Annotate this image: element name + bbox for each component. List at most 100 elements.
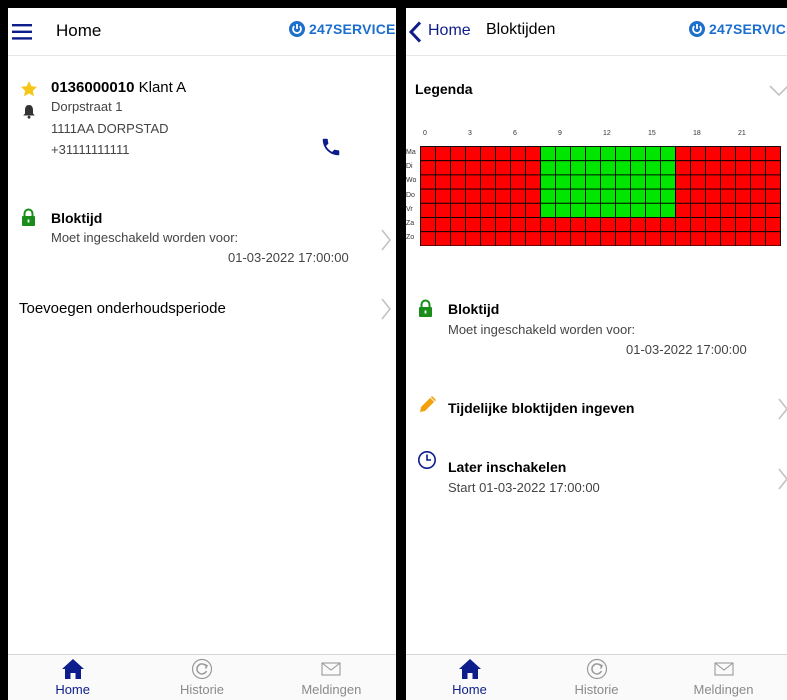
grid-cell-di-7[interactable] bbox=[525, 160, 541, 176]
grid-cell-ma-3[interactable] bbox=[465, 146, 481, 162]
grid-cell-ma-5[interactable] bbox=[495, 146, 511, 162]
grid-cell-vr-4[interactable] bbox=[480, 202, 496, 218]
bloktijd-row[interactable]: Bloktijd Moet ingeschakeld worden voor: … bbox=[406, 290, 787, 360]
grid-cell-di-18[interactable] bbox=[690, 160, 706, 176]
grid-cell-wo-2[interactable] bbox=[450, 174, 466, 190]
grid-cell-wo-15[interactable] bbox=[645, 174, 661, 190]
grid-cell-zo-2[interactable] bbox=[450, 231, 466, 247]
grid-cell-zo-8[interactable] bbox=[540, 231, 556, 247]
grid-cell-zo-18[interactable] bbox=[690, 231, 706, 247]
grid-cell-wo-4[interactable] bbox=[480, 174, 496, 190]
grid-cell-ma-22[interactable] bbox=[750, 146, 766, 162]
grid-cell-zo-23[interactable] bbox=[765, 231, 781, 247]
grid-cell-do-4[interactable] bbox=[480, 188, 496, 204]
grid-cell-vr-19[interactable] bbox=[705, 202, 721, 218]
grid-cell-wo-22[interactable] bbox=[750, 174, 766, 190]
grid-cell-vr-14[interactable] bbox=[630, 202, 646, 218]
grid-cell-wo-12[interactable] bbox=[600, 174, 616, 190]
tab-historie[interactable]: Historie bbox=[533, 655, 660, 700]
grid-cell-za-10[interactable] bbox=[570, 217, 586, 233]
grid-cell-wo-9[interactable] bbox=[555, 174, 571, 190]
grid-cell-do-22[interactable] bbox=[750, 188, 766, 204]
grid-cell-zo-22[interactable] bbox=[750, 231, 766, 247]
grid-cell-di-23[interactable] bbox=[765, 160, 781, 176]
grid-cell-za-8[interactable] bbox=[540, 217, 556, 233]
grid-cell-vr-21[interactable] bbox=[735, 202, 751, 218]
grid-cell-zo-0[interactable] bbox=[420, 231, 436, 247]
grid-cell-di-1[interactable] bbox=[435, 160, 451, 176]
grid-cell-wo-17[interactable] bbox=[675, 174, 691, 190]
grid-cell-di-16[interactable] bbox=[660, 160, 676, 176]
grid-cell-za-3[interactable] bbox=[465, 217, 481, 233]
grid-cell-za-19[interactable] bbox=[705, 217, 721, 233]
grid-cell-wo-3[interactable] bbox=[465, 174, 481, 190]
grid-cell-di-14[interactable] bbox=[630, 160, 646, 176]
grid-cell-za-6[interactable] bbox=[510, 217, 526, 233]
grid-cell-vr-7[interactable] bbox=[525, 202, 541, 218]
grid-cell-di-6[interactable] bbox=[510, 160, 526, 176]
grid-cell-di-19[interactable] bbox=[705, 160, 721, 176]
grid-cell-ma-4[interactable] bbox=[480, 146, 496, 162]
grid-cell-do-17[interactable] bbox=[675, 188, 691, 204]
grid-cell-wo-16[interactable] bbox=[660, 174, 676, 190]
grid-cell-vr-2[interactable] bbox=[450, 202, 466, 218]
grid-cell-wo-8[interactable] bbox=[540, 174, 556, 190]
later-enable-row[interactable]: Later inschakelen Start 01-03-2022 17:00… bbox=[406, 448, 787, 496]
grid-cell-vr-10[interactable] bbox=[570, 202, 586, 218]
grid-cell-zo-15[interactable] bbox=[645, 231, 661, 247]
tab-meldingen[interactable]: Meldingen bbox=[267, 655, 396, 700]
grid-cell-vr-23[interactable] bbox=[765, 202, 781, 218]
grid-cell-za-17[interactable] bbox=[675, 217, 691, 233]
grid-cell-vr-12[interactable] bbox=[600, 202, 616, 218]
grid-cell-do-19[interactable] bbox=[705, 188, 721, 204]
grid-cell-di-3[interactable] bbox=[465, 160, 481, 176]
customer-phone[interactable]: +31111111111 bbox=[51, 142, 129, 158]
grid-cell-do-10[interactable] bbox=[570, 188, 586, 204]
add-maintenance-row[interactable]: Toevoegen onderhoudsperiode bbox=[8, 296, 396, 336]
grid-cell-do-1[interactable] bbox=[435, 188, 451, 204]
grid-cell-do-18[interactable] bbox=[690, 188, 706, 204]
grid-cell-di-0[interactable] bbox=[420, 160, 436, 176]
bloktijd-row[interactable]: Bloktijd Moet ingeschakeld worden voor: … bbox=[8, 198, 396, 268]
tab-home[interactable]: Home bbox=[406, 655, 533, 700]
grid-cell-vr-16[interactable] bbox=[660, 202, 676, 218]
grid-cell-za-2[interactable] bbox=[450, 217, 466, 233]
grid-cell-zo-16[interactable] bbox=[660, 231, 676, 247]
grid-cell-ma-8[interactable] bbox=[540, 146, 556, 162]
grid-cell-di-13[interactable] bbox=[615, 160, 631, 176]
grid-cell-ma-0[interactable] bbox=[420, 146, 436, 162]
grid-cell-do-3[interactable] bbox=[465, 188, 481, 204]
grid-cell-di-22[interactable] bbox=[750, 160, 766, 176]
grid-cell-do-11[interactable] bbox=[585, 188, 601, 204]
grid-cell-ma-23[interactable] bbox=[765, 146, 781, 162]
grid-cell-di-9[interactable] bbox=[555, 160, 571, 176]
grid-cell-di-8[interactable] bbox=[540, 160, 556, 176]
grid-cell-vr-15[interactable] bbox=[645, 202, 661, 218]
grid-cell-do-9[interactable] bbox=[555, 188, 571, 204]
grid-cell-vr-22[interactable] bbox=[750, 202, 766, 218]
grid-cell-ma-15[interactable] bbox=[645, 146, 661, 162]
grid-cell-wo-10[interactable] bbox=[570, 174, 586, 190]
grid-cell-do-14[interactable] bbox=[630, 188, 646, 204]
temporary-bloktijden-row[interactable]: Tijdelijke bloktijden ingeven bbox=[406, 390, 787, 430]
grid-cell-vr-6[interactable] bbox=[510, 202, 526, 218]
grid-cell-do-16[interactable] bbox=[660, 188, 676, 204]
grid-cell-zo-5[interactable] bbox=[495, 231, 511, 247]
grid-cell-zo-20[interactable] bbox=[720, 231, 736, 247]
grid-cell-do-20[interactable] bbox=[720, 188, 736, 204]
grid-cell-wo-19[interactable] bbox=[705, 174, 721, 190]
grid-cell-za-16[interactable] bbox=[660, 217, 676, 233]
grid-cell-wo-7[interactable] bbox=[525, 174, 541, 190]
hamburger-menu-icon[interactable] bbox=[12, 24, 32, 40]
grid-cell-zo-6[interactable] bbox=[510, 231, 526, 247]
grid-cell-za-5[interactable] bbox=[495, 217, 511, 233]
phone-icon[interactable] bbox=[320, 136, 342, 158]
grid-cell-di-10[interactable] bbox=[570, 160, 586, 176]
grid-cell-ma-18[interactable] bbox=[690, 146, 706, 162]
grid-cell-wo-18[interactable] bbox=[690, 174, 706, 190]
grid-cell-ma-17[interactable] bbox=[675, 146, 691, 162]
grid-cell-vr-20[interactable] bbox=[720, 202, 736, 218]
grid-cell-do-7[interactable] bbox=[525, 188, 541, 204]
grid-cell-zo-21[interactable] bbox=[735, 231, 751, 247]
grid-cell-wo-21[interactable] bbox=[735, 174, 751, 190]
